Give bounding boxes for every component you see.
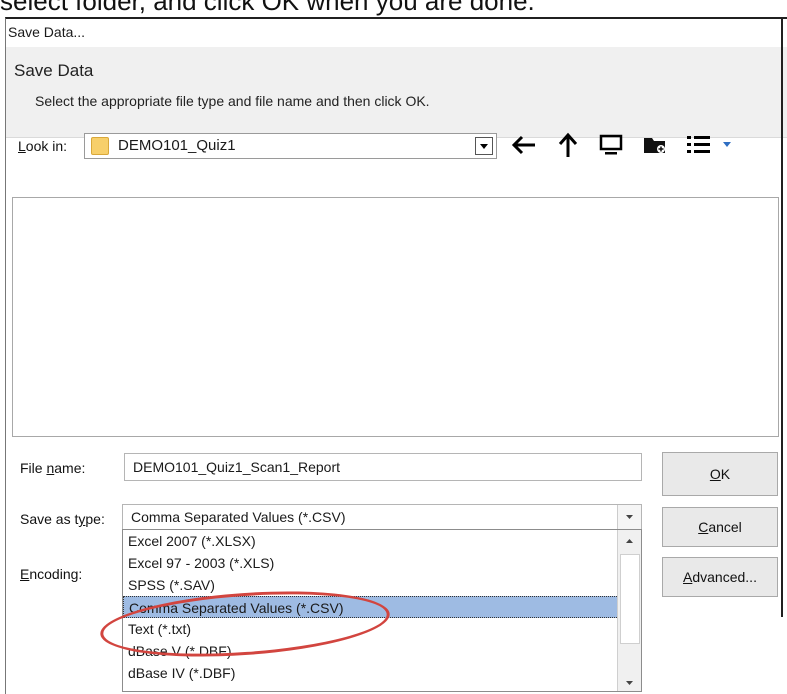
file-name-label: File name: bbox=[20, 460, 86, 476]
save-as-type-value: Comma Separated Values (*.CSV) bbox=[131, 509, 346, 525]
scroll-down-icon[interactable] bbox=[618, 677, 641, 691]
option-csv[interactable]: Comma Separated Values (*.CSV) bbox=[123, 596, 641, 618]
option-excel-97-2003[interactable]: Excel 97 - 2003 (*.XLS) bbox=[123, 552, 641, 574]
desktop-icon[interactable] bbox=[596, 128, 626, 162]
scroll-up-icon[interactable] bbox=[618, 530, 641, 552]
look-in-dropdown[interactable]: DEMO101_Quiz1 bbox=[84, 133, 497, 159]
option-spss[interactable]: SPSS (*.SAV) bbox=[123, 574, 641, 596]
new-folder-icon[interactable] bbox=[640, 128, 670, 162]
file-list-view[interactable] bbox=[12, 197, 779, 437]
up-folder-icon[interactable] bbox=[553, 128, 583, 162]
encoding-label-rest: ncoding: bbox=[29, 566, 83, 582]
window-title: Save Data... bbox=[6, 19, 787, 47]
save-as-type-options[interactable]: Excel 2007 (*.XLSX) Excel 97 - 2003 (*.X… bbox=[122, 529, 642, 692]
dialog-heading: Save Data bbox=[14, 61, 94, 80]
look-in-label: Look in: bbox=[18, 138, 68, 154]
instruction-text: select folder, and click OK when you are… bbox=[0, 0, 535, 16]
look-in-label-rest: ook in: bbox=[25, 138, 68, 154]
advanced-button[interactable]: Advanced... bbox=[662, 557, 778, 597]
ok-button-rest: K bbox=[720, 466, 731, 482]
scrollbar-thumb[interactable] bbox=[620, 554, 640, 644]
option-dbase-v[interactable]: dBase V (*.DBF) bbox=[123, 640, 641, 662]
cancel-button-rest: ancel bbox=[708, 519, 742, 535]
save-as-type-dropdown[interactable]: Comma Separated Values (*.CSV) bbox=[122, 504, 642, 530]
cancel-button[interactable]: Cancel bbox=[662, 507, 778, 547]
save-as-type-arrow[interactable] bbox=[617, 505, 641, 529]
folder-icon bbox=[91, 137, 109, 155]
save-as-type-label-a: Save as t bbox=[20, 511, 79, 527]
save-as-type-label-b: pe: bbox=[85, 511, 105, 527]
option-excel-2007[interactable]: Excel 2007 (*.XLSX) bbox=[123, 530, 641, 552]
view-menu-icon[interactable] bbox=[683, 128, 735, 162]
look-in-value: DEMO101_Quiz1 bbox=[118, 137, 236, 154]
encoding-label: Encoding: bbox=[20, 566, 83, 582]
dropdown-scrollbar[interactable] bbox=[617, 530, 641, 691]
advanced-button-rest: dvanced... bbox=[692, 569, 757, 585]
back-arrow-icon[interactable] bbox=[508, 128, 540, 162]
dialog-subtitle: Select the appropriate file type and fil… bbox=[35, 93, 430, 109]
file-name-label-b: ame: bbox=[54, 460, 86, 476]
window-border bbox=[781, 17, 783, 617]
ok-button[interactable]: OK bbox=[662, 452, 778, 496]
save-as-type-label: Save as type: bbox=[20, 511, 105, 527]
chevron-down-icon[interactable] bbox=[475, 137, 493, 155]
option-dbase-iv[interactable]: dBase IV (*.DBF) bbox=[123, 662, 641, 684]
option-text[interactable]: Text (*.txt) bbox=[123, 618, 641, 640]
dialog-header: Save Data Select the appropriate file ty… bbox=[6, 47, 787, 138]
file-name-label-a: File bbox=[20, 460, 47, 476]
file-name-field[interactable]: DEMO101_Quiz1_Scan1_Report bbox=[124, 453, 642, 481]
